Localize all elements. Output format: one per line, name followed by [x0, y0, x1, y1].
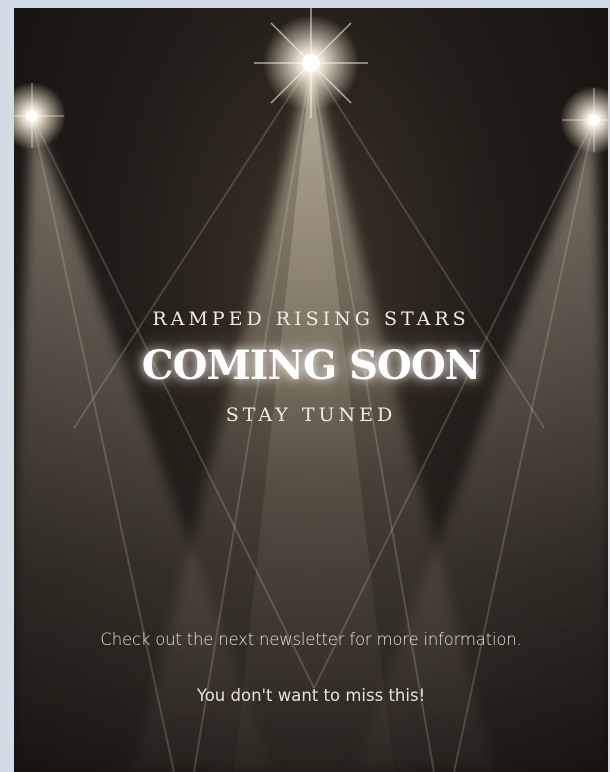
spotlight-right-icon — [560, 86, 608, 154]
poster: RAMPED RISING STARS COMING SOON STAY TUN… — [14, 8, 608, 772]
spotlight-illustration — [14, 8, 608, 772]
tagline: STAY TUNED — [225, 404, 397, 426]
headline: COMING SOON — [141, 342, 481, 389]
info-text: Check out the next newsletter for more i… — [100, 630, 522, 649]
spotlight-center-icon — [254, 8, 368, 118]
note-text: You don't want to miss this! — [196, 686, 426, 705]
spotlight-left-icon — [14, 82, 66, 150]
event-subtitle: RAMPED RISING STARS — [152, 308, 470, 330]
